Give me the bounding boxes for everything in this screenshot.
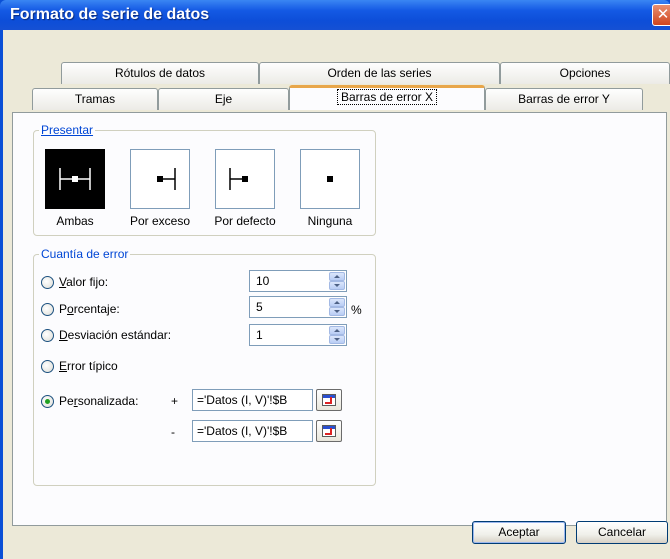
option-por-defecto-label: Por defecto (214, 214, 276, 228)
radio-personalizada[interactable]: Personalizada: (41, 394, 191, 412)
desviacion-value[interactable]: 1 (256, 328, 263, 342)
tab-label: Eje (214, 92, 233, 106)
option-ninguna[interactable] (300, 149, 360, 209)
error-bar-both-icon (59, 168, 91, 190)
tab-label: Barras de error X (336, 89, 438, 105)
option-por-exceso[interactable] (130, 149, 190, 209)
radio-label: Error típico (59, 359, 118, 373)
radio-error-tipico[interactable]: Error típico (41, 359, 241, 377)
plus-range-picker-button[interactable] (316, 389, 342, 411)
spin-down-icon[interactable] (329, 281, 345, 290)
valor-fijo-stepper[interactable]: 10 (249, 270, 347, 292)
tab-label: Orden de las series (327, 66, 432, 80)
spin-buttons[interactable] (329, 298, 345, 316)
error-bar-plus-icon (157, 168, 176, 190)
valor-fijo-value[interactable]: 10 (256, 274, 269, 288)
tab-barras-de-error-x[interactable]: Barras de error X (289, 85, 485, 110)
dialog-client-area: Rótulos de datos Orden de las series Opc… (3, 30, 670, 559)
ok-button[interactable]: Aceptar (472, 521, 566, 544)
tab-panel: Presentar Ambas Por exceso Por defecto N… (12, 112, 667, 526)
tab-label: Tramas (74, 92, 116, 106)
dialog-window: Formato de serie de datos ✕ Rótulos de d… (0, 0, 670, 559)
radio-label: Valor fijo: (59, 275, 109, 289)
plus-reference-input[interactable]: ='Datos (I, V)'!$B (192, 389, 313, 411)
radio-label: Porcentaje: (59, 302, 120, 316)
spin-up-icon[interactable] (329, 272, 345, 281)
tab-label: Rótulos de datos (114, 66, 206, 80)
window-title: Formato de serie de datos (10, 6, 210, 23)
radio-label: Personalizada: (59, 394, 139, 408)
radio-button[interactable] (41, 329, 54, 342)
cancel-button[interactable]: Cancelar (576, 521, 668, 544)
spin-buttons[interactable] (329, 272, 345, 290)
desviacion-stepper[interactable]: 1 (249, 324, 347, 346)
radio-porcentaje[interactable]: Porcentaje: (41, 302, 241, 320)
radio-button[interactable] (41, 360, 54, 373)
radio-valor-fijo[interactable]: Valor fijo: (41, 275, 241, 293)
spin-down-icon[interactable] (329, 335, 345, 344)
error-bar-none-icon (327, 176, 333, 182)
percent-unit: % (351, 303, 362, 317)
porcentaje-value[interactable]: 5 (256, 300, 263, 314)
cuantia-legend: Cuantía de error (39, 247, 131, 261)
tab-eje[interactable]: Eje (158, 88, 289, 110)
option-ambas-label: Ambas (56, 214, 94, 228)
option-por-defecto[interactable] (215, 149, 275, 209)
radio-button[interactable] (41, 276, 54, 289)
radio-button[interactable] (41, 303, 54, 316)
tab-barras-de-error-y[interactable]: Barras de error Y (485, 88, 643, 110)
presentar-legend: Presentar (39, 123, 96, 137)
option-por-exceso-label: Por exceso (129, 214, 191, 228)
close-icon: ✕ (656, 6, 670, 23)
spin-up-icon[interactable] (329, 298, 345, 307)
tab-orden-de-las-series[interactable]: Orden de las series (259, 62, 500, 84)
spin-up-icon[interactable] (329, 326, 345, 335)
radio-label: Desviación estándar: (59, 328, 172, 342)
spin-buttons[interactable] (329, 326, 345, 344)
radio-button-checked[interactable] (41, 395, 54, 408)
minus-sign: - (171, 425, 175, 439)
close-button[interactable]: ✕ (652, 4, 670, 26)
error-bar-minus-icon (229, 168, 248, 190)
tab-rotulos-de-datos[interactable]: Rótulos de datos (61, 62, 259, 84)
radio-desviacion-estandar[interactable]: Desviación estándar: (41, 328, 251, 346)
option-ambas[interactable] (45, 149, 105, 209)
tab-opciones[interactable]: Opciones (500, 62, 670, 84)
tab-tramas[interactable]: Tramas (32, 88, 158, 110)
spin-down-icon[interactable] (329, 307, 345, 316)
plus-sign: + (171, 394, 179, 408)
tab-label: Barras de error Y (518, 92, 610, 106)
title-bar[interactable]: Formato de serie de datos ✕ (0, 0, 670, 30)
tab-label: Opciones (559, 66, 611, 80)
porcentaje-stepper[interactable]: 5 (249, 296, 347, 318)
minus-range-picker-button[interactable] (316, 420, 342, 442)
minus-reference-input[interactable]: ='Datos (I, V)'!$B (192, 420, 313, 442)
option-ninguna-label: Ninguna (307, 214, 353, 228)
